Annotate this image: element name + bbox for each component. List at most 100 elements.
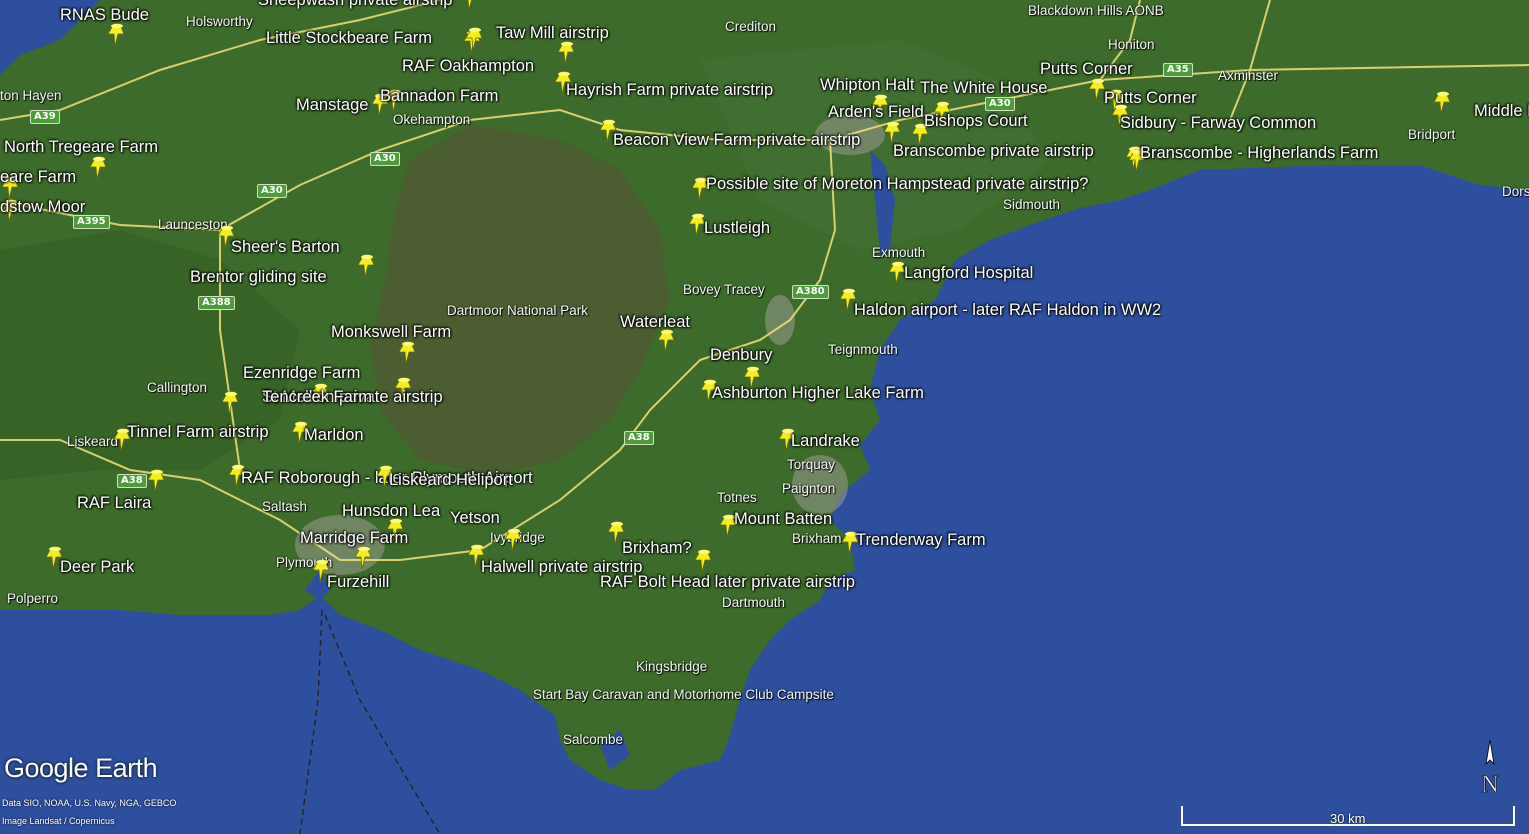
placemark-label[interactable]: dstow Moor [0, 199, 85, 216]
town-label: Salcombe [563, 732, 624, 747]
town-label: Holsworthy [186, 14, 253, 29]
placemark-label[interactable]: Taw Mill airstrip [496, 25, 609, 42]
placemark-label[interactable]: Lustleigh [704, 220, 770, 237]
town-label: Crediton [725, 19, 777, 34]
placemark-label[interactable]: Manstage [296, 97, 368, 114]
town-label: Blackdown Hills AONB [1028, 3, 1164, 18]
road-shield: A35 [1163, 63, 1193, 77]
town-label: Torquay [787, 457, 836, 472]
pushpin-icon[interactable] [146, 468, 168, 494]
pushpin-icon[interactable] [656, 328, 678, 354]
road-shield: A30 [257, 184, 287, 198]
pushpin-icon[interactable] [220, 390, 242, 416]
town-label: Axminster [1218, 68, 1279, 83]
placemark-label[interactable]: Whipton Halt [820, 77, 914, 94]
placemark-label[interactable]: RAF Laira [77, 495, 151, 512]
pushpin-icon[interactable] [106, 22, 128, 48]
placemark-label[interactable]: Little Stockbeare Farm [266, 30, 432, 47]
placemark-label[interactable]: RNAS Bude [60, 7, 149, 24]
road-shield: A30 [985, 97, 1015, 111]
placemark-label[interactable]: Sheer's Barton [231, 239, 340, 256]
placemark-label[interactable]: Landrake [791, 433, 860, 450]
road-shield: A38 [624, 431, 654, 445]
placemark-label[interactable]: Trenderway Farm [856, 532, 986, 549]
placemark-label[interactable]: Waterleat [620, 314, 690, 331]
town-label: Brixham [792, 531, 842, 546]
town-label: Bovey Tracey [683, 282, 765, 297]
town-label: Honiton [1108, 37, 1155, 52]
placemark-label[interactable]: Haldon airport - later RAF Haldon in WW2 [854, 302, 1161, 319]
placemark-label[interactable]: Hayrish Farm private airstrip [566, 82, 773, 99]
placemark-label[interactable]: RAF Oakhampton [402, 58, 534, 75]
town-label: Dors [1502, 184, 1529, 199]
placemark-label[interactable]: Middle Py [1474, 103, 1529, 120]
placemark-label[interactable]: Tinnel Farm airstrip [127, 424, 269, 441]
town-label: Okehampton [393, 112, 471, 127]
imagery-credit: Data SIO, NOAA, U.S. Navy, NGA, GEBCO [2, 798, 177, 808]
placemark-label[interactable]: Arden's Field [828, 104, 924, 121]
pushpin-icon[interactable] [356, 253, 378, 279]
placemark-label[interactable]: Furzehill [327, 574, 389, 591]
road-shield: A380 [792, 285, 829, 299]
placemark-label[interactable]: Mount Batten [734, 511, 832, 528]
placemark-label[interactable]: Bishops Court [924, 113, 1028, 130]
scale-label: 30 km [1330, 811, 1366, 826]
pushpin-icon[interactable] [353, 545, 375, 571]
placemark-label[interactable]: The White House [920, 80, 1047, 97]
pushpin-icon[interactable] [503, 527, 525, 553]
placemark-label[interactable]: Putts Corner [1040, 61, 1133, 78]
town-label: Exmouth [872, 245, 926, 260]
town-label: Liskeard [67, 434, 119, 449]
placemark-label[interactable]: Liskeard Heliport [389, 472, 513, 489]
town-label: Sidmouth [1003, 197, 1061, 212]
placemark-label[interactable]: Hunsdon Lea [342, 503, 440, 520]
town-label: Callington [147, 380, 208, 395]
placemark-label[interactable]: Branscombe private airstrip [893, 143, 1094, 160]
town-label: Kingsbridge [636, 659, 708, 674]
town-label: Start Bay Caravan and Motorhome Club Cam… [533, 687, 834, 702]
placemark-label[interactable]: Tencreek Farm [262, 389, 372, 406]
placemark-label[interactable]: RAF Bolt Head later private airstrip [600, 574, 855, 591]
placemark-label[interactable]: North Tregeare Farm [4, 139, 158, 156]
compass-north-icon[interactable]: N [1470, 739, 1510, 800]
placemark-label[interactable]: Monkswell Farm [331, 324, 451, 341]
placemark-label[interactable]: Beacon View Farm private airstrip [613, 132, 860, 149]
placemark-label[interactable]: Ashburton Higher Lake Farm [712, 385, 924, 402]
placemark-label[interactable]: Sidbury - Farway Common [1120, 115, 1316, 132]
road-shield: A388 [198, 296, 235, 310]
town-label: Saltash [262, 499, 308, 514]
pushpin-icon[interactable] [1432, 90, 1454, 116]
placemark-label[interactable]: Langford Hospital [904, 265, 1033, 282]
pushpin-icon[interactable] [88, 155, 110, 181]
town-label: Dartmouth [722, 595, 786, 610]
town-label: Teignmouth [828, 342, 898, 357]
placemark-label[interactable]: Bannadon Farm [380, 88, 498, 105]
road-shield: A30 [370, 152, 400, 166]
town-label: Paignton [782, 481, 836, 496]
placemark-label[interactable]: Sheepwash private airstrip [258, 0, 452, 9]
pushpin-icon[interactable] [464, 26, 486, 52]
placemark-label[interactable]: Marridge Farm [300, 530, 408, 547]
placemark-label[interactable]: Branscombe - Higherlands Farm [1140, 145, 1378, 162]
compass-label: N [1481, 772, 1498, 798]
placemark-label[interactable]: Denbury [710, 347, 772, 364]
placemark-label[interactable]: Possible site of Moreton Hampstead priva… [706, 176, 1088, 193]
road-shield: A39 [30, 110, 60, 124]
placemark-label[interactable]: Ezenridge Farm [243, 365, 360, 382]
placemark-label[interactable]: Marldon [304, 427, 364, 444]
imagery-credit: Image Landsat / Copernicus [2, 816, 115, 826]
town-label: Dartmoor National Park [447, 303, 589, 318]
town-label: Bridport [1408, 127, 1456, 142]
placemark-label[interactable]: eare Farm [0, 169, 76, 186]
placemark-label[interactable]: Brentor gliding site [190, 269, 327, 286]
pushpin-icon[interactable] [397, 340, 419, 366]
pushpin-icon[interactable] [693, 548, 715, 574]
placemark-label[interactable]: Brixham? [622, 540, 692, 557]
placemark-label[interactable]: Yetson [450, 510, 500, 527]
road-shield: A395 [73, 215, 110, 229]
placemark-label[interactable]: Deer Park [60, 559, 134, 576]
pushpin-icon[interactable] [556, 40, 578, 66]
google-earth-logo: Google Earth [4, 753, 158, 783]
town-label: ton Hayen [0, 88, 62, 103]
pushpin-icon[interactable] [460, 0, 482, 12]
